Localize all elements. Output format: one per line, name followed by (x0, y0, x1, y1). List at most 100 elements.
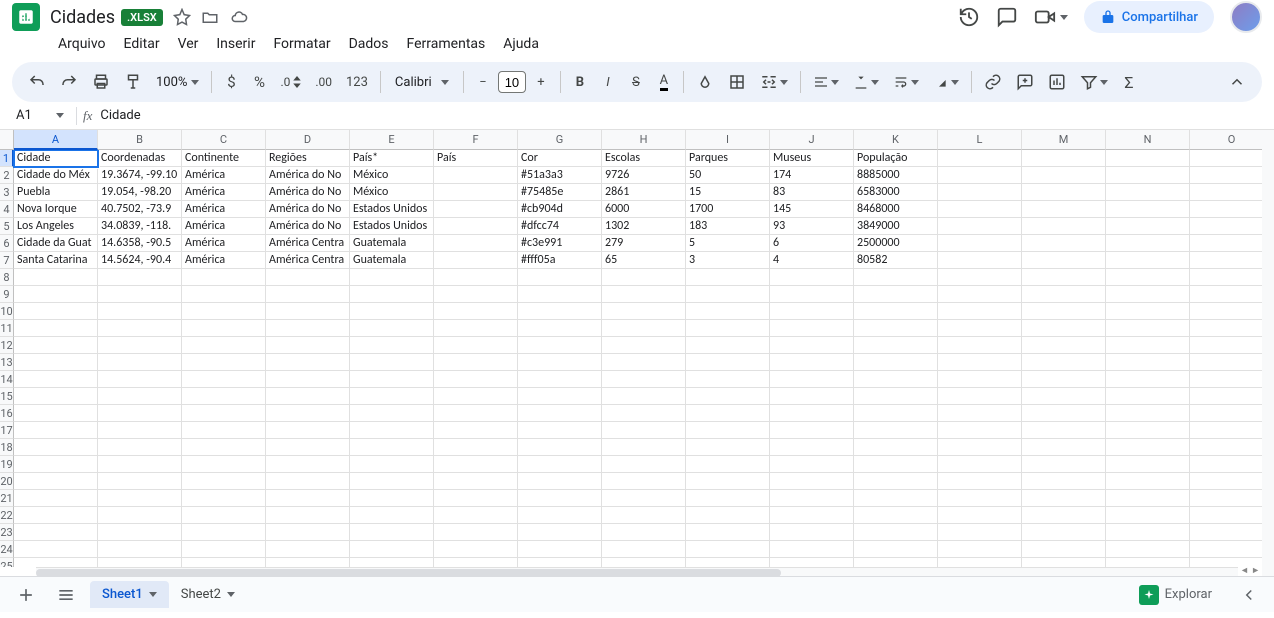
cell-F10[interactable] (434, 303, 518, 320)
cell-F2[interactable] (434, 167, 518, 184)
cell-E4[interactable]: Estados Unidos (350, 201, 434, 218)
increase-decimal-button[interactable]: .00 (309, 68, 338, 96)
cell-H23[interactable] (602, 524, 686, 541)
cell-K22[interactable] (854, 507, 938, 524)
cell-G13[interactable] (518, 354, 602, 371)
h-align-button[interactable] (807, 68, 845, 96)
scroll-nav-arrows[interactable]: ◄ ► (1240, 565, 1260, 576)
row-header-4[interactable]: 4 (0, 201, 14, 218)
cell-G7[interactable]: #fff05a (518, 252, 602, 269)
add-sheet-button[interactable] (10, 579, 42, 611)
row-header-14[interactable]: 14 (0, 371, 14, 388)
cell-L9[interactable] (938, 286, 1022, 303)
cell-K4[interactable]: 8468000 (854, 201, 938, 218)
row-header-24[interactable]: 24 (0, 541, 14, 558)
row-header-20[interactable]: 20 (0, 473, 14, 490)
cell-E6[interactable]: Guatemala (350, 235, 434, 252)
cell-H11[interactable] (602, 320, 686, 337)
cell-B11[interactable] (98, 320, 182, 337)
column-header-M[interactable]: M (1022, 130, 1106, 150)
cell-B9[interactable] (98, 286, 182, 303)
cell-G25[interactable] (518, 558, 602, 567)
cell-E9[interactable] (350, 286, 434, 303)
cell-K21[interactable] (854, 490, 938, 507)
cell-A17[interactable] (14, 422, 98, 439)
cell-C17[interactable] (182, 422, 266, 439)
share-button[interactable]: Compartilhar (1084, 1, 1214, 33)
cell-C8[interactable] (182, 269, 266, 286)
paint-format-button[interactable] (118, 68, 148, 96)
cell-E7[interactable]: Guatemala (350, 252, 434, 269)
cell-G1[interactable]: Cor (518, 150, 602, 167)
cell-E1[interactable]: País* (350, 150, 434, 167)
cell-L11[interactable] (938, 320, 1022, 337)
cell-J14[interactable] (770, 371, 854, 388)
cell-E10[interactable] (350, 303, 434, 320)
column-header-N[interactable]: N (1106, 130, 1190, 150)
cell-B16[interactable] (98, 405, 182, 422)
cell-A4[interactable]: Nova Iorque (14, 201, 98, 218)
row-header-18[interactable]: 18 (0, 439, 14, 456)
cell-G17[interactable] (518, 422, 602, 439)
cell-J18[interactable] (770, 439, 854, 456)
cell-E22[interactable] (350, 507, 434, 524)
cell-A21[interactable] (14, 490, 98, 507)
cell-M16[interactable] (1022, 405, 1106, 422)
column-header-H[interactable]: H (602, 130, 686, 150)
account-avatar[interactable] (1230, 1, 1262, 33)
column-header-E[interactable]: E (350, 130, 434, 150)
cell-J10[interactable] (770, 303, 854, 320)
cell-F11[interactable] (434, 320, 518, 337)
cell-N1[interactable] (1106, 150, 1190, 167)
cell-L25[interactable] (938, 558, 1022, 567)
cell-L6[interactable] (938, 235, 1022, 252)
cell-C24[interactable] (182, 541, 266, 558)
cell-N18[interactable] (1106, 439, 1190, 456)
cell-C10[interactable] (182, 303, 266, 320)
cell-N9[interactable] (1106, 286, 1190, 303)
cell-J22[interactable] (770, 507, 854, 524)
row-header-5[interactable]: 5 (0, 218, 14, 235)
cell-C11[interactable] (182, 320, 266, 337)
cell-J13[interactable] (770, 354, 854, 371)
cell-N19[interactable] (1106, 456, 1190, 473)
cell-E11[interactable] (350, 320, 434, 337)
column-header-C[interactable]: C (182, 130, 266, 150)
cell-A9[interactable] (14, 286, 98, 303)
cell-L4[interactable] (938, 201, 1022, 218)
cell-D6[interactable]: América Centra (266, 235, 350, 252)
cell-I25[interactable] (686, 558, 770, 567)
cell-M23[interactable] (1022, 524, 1106, 541)
cell-G15[interactable] (518, 388, 602, 405)
v-align-button[interactable] (847, 68, 885, 96)
cell-I8[interactable] (686, 269, 770, 286)
cell-C20[interactable] (182, 473, 266, 490)
history-icon[interactable] (958, 6, 980, 28)
cell-E21[interactable] (350, 490, 434, 507)
cell-K3[interactable]: 6583000 (854, 184, 938, 201)
menu-dados[interactable]: Dados (341, 32, 397, 56)
cell-C16[interactable] (182, 405, 266, 422)
cell-A14[interactable] (14, 371, 98, 388)
cell-H10[interactable] (602, 303, 686, 320)
cell-A3[interactable]: Puebla (14, 184, 98, 201)
cell-E20[interactable] (350, 473, 434, 490)
insert-chart-button[interactable] (1042, 68, 1072, 96)
cell-F18[interactable] (434, 439, 518, 456)
cell-L17[interactable] (938, 422, 1022, 439)
cell-C25[interactable] (182, 558, 266, 567)
sheets-logo[interactable] (12, 3, 40, 31)
cell-F16[interactable] (434, 405, 518, 422)
text-color-button[interactable]: A (651, 68, 677, 96)
cell-B1[interactable]: Coordenadas (98, 150, 182, 167)
cell-D21[interactable] (266, 490, 350, 507)
cell-L7[interactable] (938, 252, 1022, 269)
cell-D11[interactable] (266, 320, 350, 337)
cell-L18[interactable] (938, 439, 1022, 456)
italic-button[interactable]: I (595, 68, 621, 96)
cell-B19[interactable] (98, 456, 182, 473)
cell-L14[interactable] (938, 371, 1022, 388)
cell-D22[interactable] (266, 507, 350, 524)
cell-A5[interactable]: Los Angeles (14, 218, 98, 235)
horizontal-scrollbar[interactable] (36, 567, 1238, 576)
